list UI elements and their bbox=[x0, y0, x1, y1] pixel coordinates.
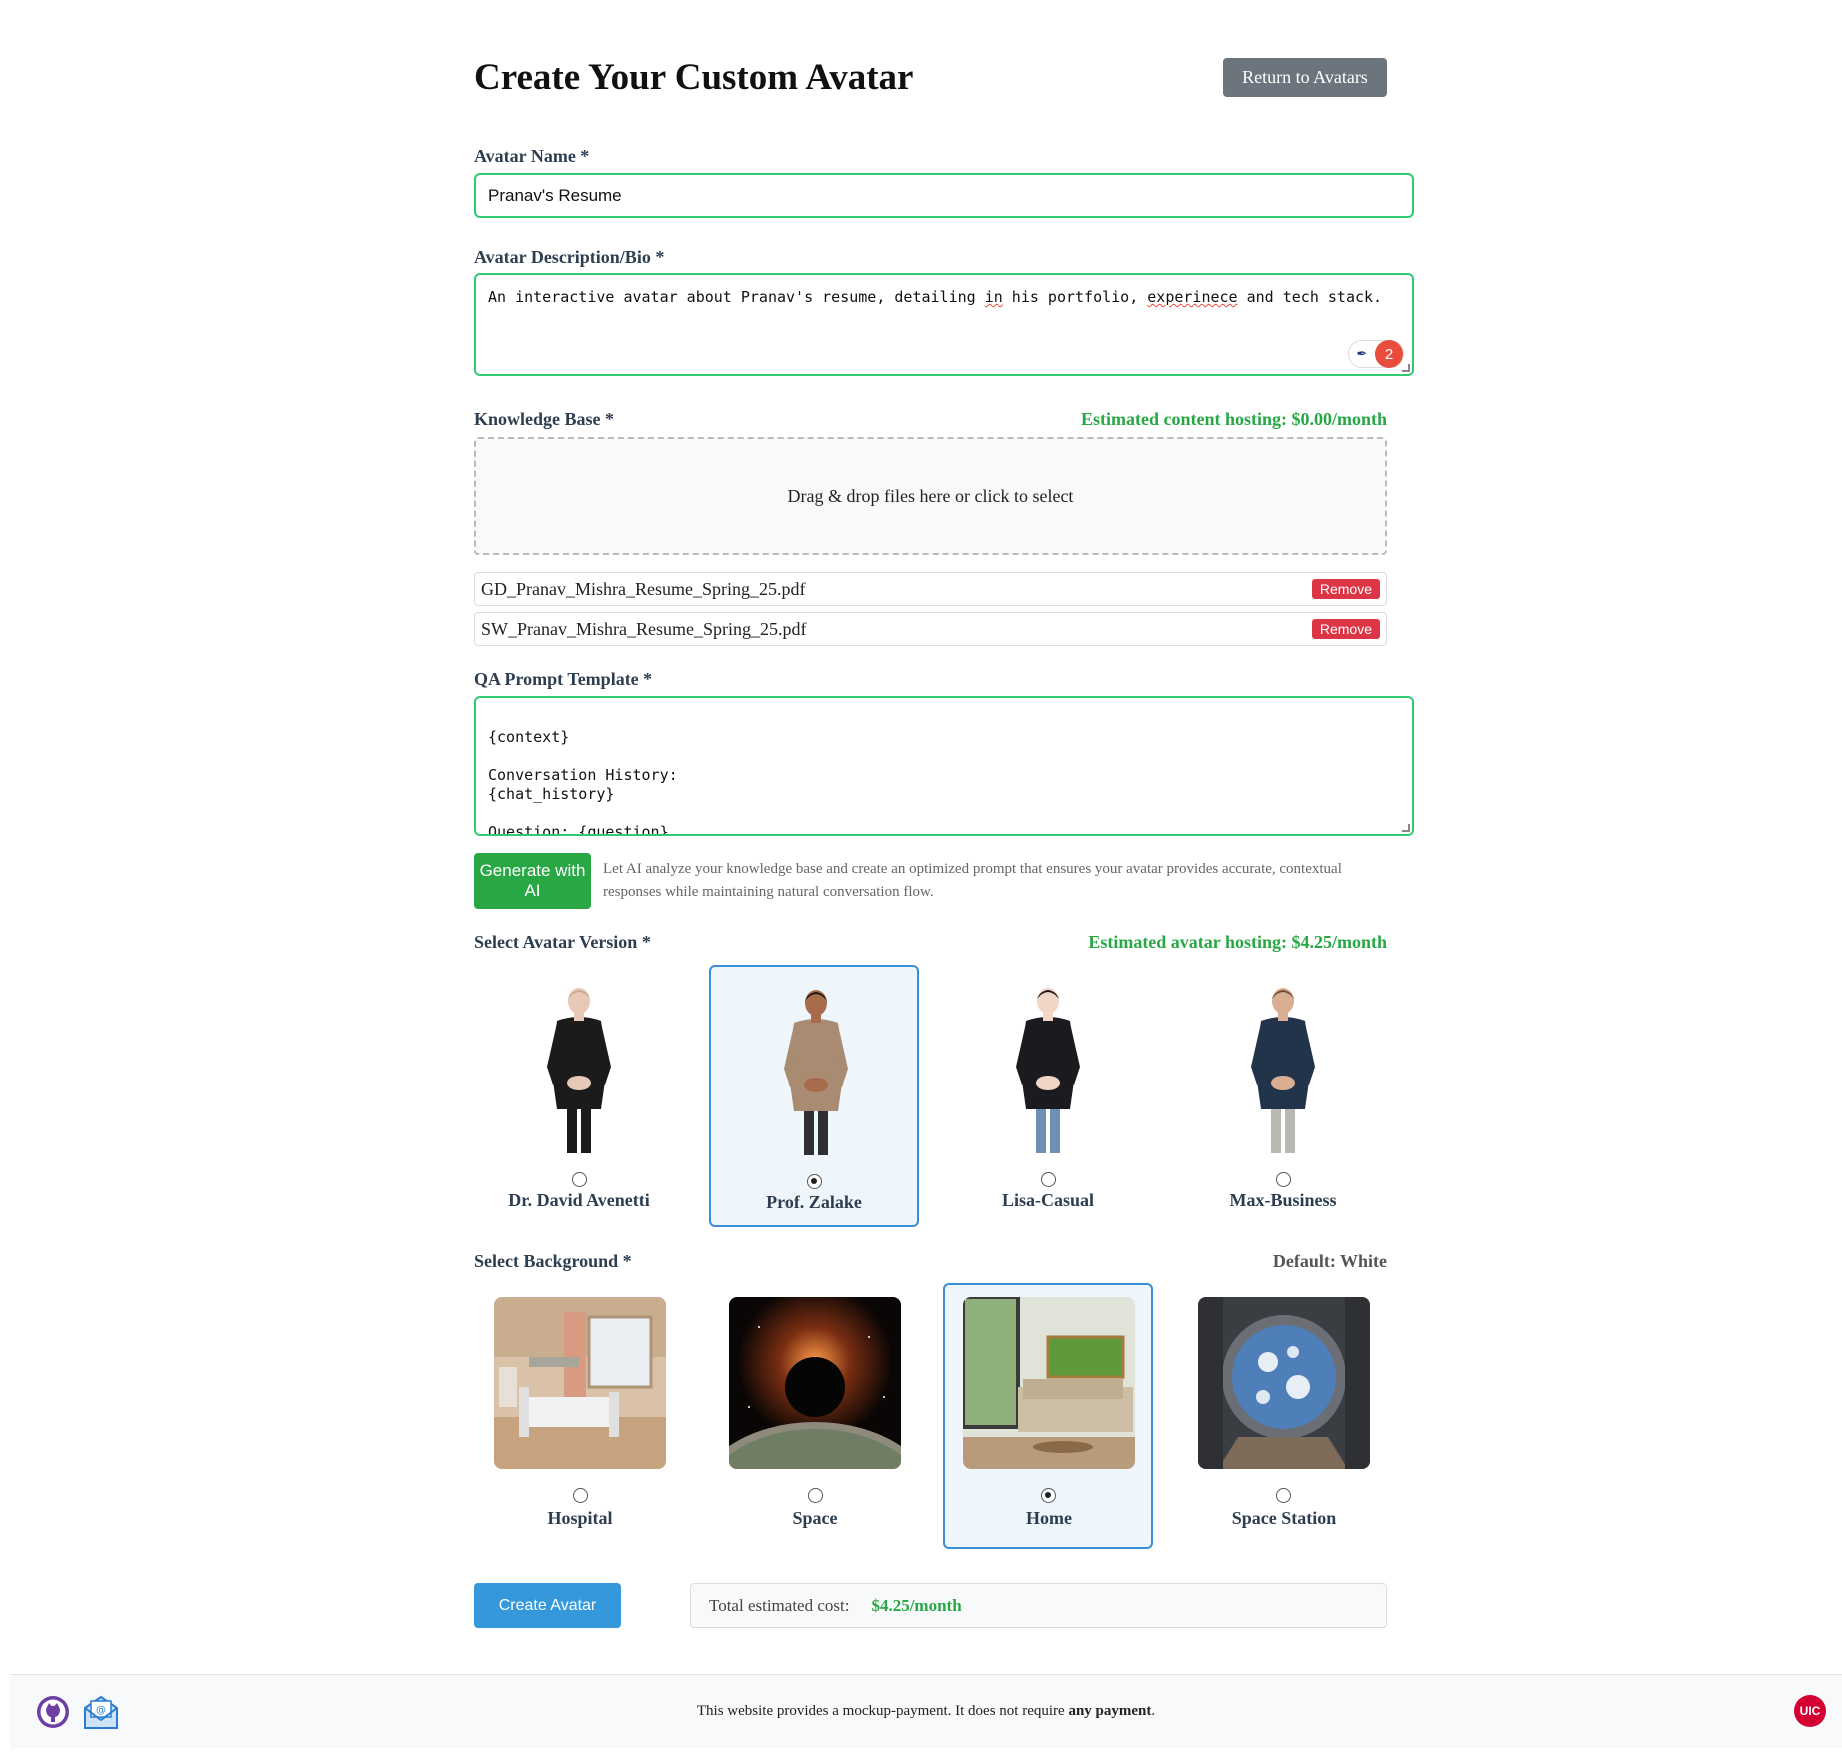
avatar-version-label: Select Avatar Version * bbox=[474, 932, 651, 952]
background-radio-hospital[interactable] bbox=[573, 1488, 588, 1503]
avatar-version-card[interactable]: Prof. Zalake bbox=[709, 965, 919, 1227]
avatar-hosting-estimate: Estimated avatar hosting: $4.25/month bbox=[1088, 932, 1387, 952]
avatar-version-card[interactable]: Lisa-Casual bbox=[943, 965, 1153, 1223]
content-hosting-estimate: Estimated content hosting: $0.00/month bbox=[1080, 409, 1387, 429]
feather-icon: ✒ bbox=[1356, 346, 1368, 361]
space-station-thumbnail bbox=[1198, 1297, 1370, 1469]
file-dropzone[interactable]: Drag & drop files here or click to selec… bbox=[474, 437, 1387, 555]
page-title: Create Your Custom Avatar bbox=[474, 57, 914, 98]
avatar-bio-textarea[interactable]: An interactive avatar about Pranav's res… bbox=[474, 273, 1414, 376]
file-name: SW_Pranav_Mishra_Resume_Spring_25.pdf bbox=[481, 618, 807, 639]
total-cost-value: $4.25/month bbox=[871, 1595, 962, 1615]
avatar-figure-image bbox=[547, 988, 611, 1153]
total-cost-box: Total estimated cost: $4.25/month bbox=[690, 1583, 1387, 1628]
background-label: Select Background * bbox=[474, 1251, 632, 1271]
background-radio-home[interactable] bbox=[1041, 1488, 1056, 1503]
qa-prompt-textarea[interactable]: {context} Conversation History: {chat_hi… bbox=[474, 696, 1414, 836]
uic-logo: UIC bbox=[1794, 1695, 1826, 1727]
file-list-item: GD_Pranav_Mishra_Resume_Spring_25.pdf Re… bbox=[474, 572, 1387, 606]
footer-emphasis: any payment bbox=[1068, 1703, 1152, 1719]
footer-disclaimer: This website provides a mockup-payment. … bbox=[10, 1703, 1842, 1720]
remove-file-button[interactable]: Remove bbox=[1311, 619, 1380, 639]
footer-text: . bbox=[1151, 1703, 1156, 1719]
bio-text: An interactive avatar about Pranav's res… bbox=[488, 288, 985, 306]
avatar-name-input[interactable]: Pranav's Resume bbox=[474, 173, 1414, 218]
background-name: Home bbox=[1026, 1508, 1072, 1528]
avatar-figure-image bbox=[1016, 988, 1080, 1153]
avatar-version-name: Lisa-Casual bbox=[1001, 1190, 1095, 1210]
background-name: Space bbox=[792, 1508, 838, 1528]
generate-description: Let AI analyze your knowledge base and c… bbox=[603, 861, 1342, 900]
avatar-version-name: Max-Business bbox=[1229, 1190, 1337, 1210]
background-radio-space-station[interactable] bbox=[1276, 1488, 1291, 1503]
remove-file-button[interactable]: Remove bbox=[1311, 579, 1380, 599]
bio-spell-error: experinece bbox=[1147, 288, 1238, 306]
total-cost-label: Total estimated cost: bbox=[709, 1595, 850, 1615]
avatar-version-radio[interactable] bbox=[1276, 1172, 1291, 1187]
grammar-issue-count: 2 bbox=[1375, 340, 1403, 368]
avatar-version-radio[interactable] bbox=[572, 1172, 587, 1187]
create-avatar-button[interactable]: Create Avatar bbox=[474, 1583, 621, 1628]
background-card-hospital[interactable] bbox=[474, 1283, 684, 1545]
background-name: Space Station bbox=[1231, 1508, 1337, 1528]
return-to-avatars-button[interactable]: Return to Avatars bbox=[1223, 58, 1387, 97]
avatar-bio-label: Avatar Description/Bio * bbox=[474, 247, 665, 267]
avatar-version-name: Dr. David Avenetti bbox=[508, 1190, 650, 1210]
avatar-version-card[interactable]: Dr. David Avenetti bbox=[474, 965, 684, 1223]
knowledge-base-label: Knowledge Base * bbox=[474, 409, 615, 429]
footer: @ This website provides a mockup-payment… bbox=[10, 1674, 1842, 1748]
hospital-thumbnail bbox=[494, 1297, 666, 1469]
avatar-version-card[interactable]: Max-Business bbox=[1178, 965, 1388, 1223]
background-name: Hospital bbox=[547, 1508, 613, 1528]
background-default-note: Default: White bbox=[1272, 1251, 1387, 1271]
bio-spell-error: in bbox=[984, 288, 1003, 306]
avatar-version-radio[interactable] bbox=[1041, 1172, 1056, 1187]
bio-text: his portfolio, bbox=[1002, 288, 1148, 306]
resize-handle-icon[interactable] bbox=[1402, 364, 1410, 372]
qa-prompt-label: QA Prompt Template * bbox=[474, 669, 653, 689]
file-list-item: SW_Pranav_Mishra_Resume_Spring_25.pdf Re… bbox=[474, 612, 1387, 646]
background-card-space-station[interactable] bbox=[1178, 1283, 1388, 1545]
footer-text: This website provides a mockup-payment. … bbox=[696, 1703, 1069, 1719]
avatar-version-radio[interactable] bbox=[807, 1174, 822, 1189]
file-name: GD_Pranav_Mishra_Resume_Spring_25.pdf bbox=[481, 578, 806, 599]
avatar-figure-image bbox=[1251, 988, 1315, 1153]
grammar-checker-widget[interactable]: ✒ 2 bbox=[1348, 340, 1404, 368]
home-thumbnail bbox=[963, 1297, 1135, 1469]
bio-text: and tech stack. bbox=[1237, 288, 1383, 306]
avatar-version-name: Prof. Zalake bbox=[766, 1192, 862, 1212]
resize-handle-icon[interactable] bbox=[1402, 824, 1410, 832]
generate-with-ai-button[interactable]: Generate with AI bbox=[474, 853, 591, 909]
avatar-figure-image bbox=[784, 990, 848, 1155]
avatar-name-label: Avatar Name * bbox=[474, 146, 590, 166]
background-card-space[interactable] bbox=[709, 1283, 919, 1545]
qa-prompt-text: {context} Conversation History: {chat_hi… bbox=[488, 728, 678, 836]
space-thumbnail bbox=[729, 1297, 901, 1469]
background-radio-space[interactable] bbox=[808, 1488, 823, 1503]
